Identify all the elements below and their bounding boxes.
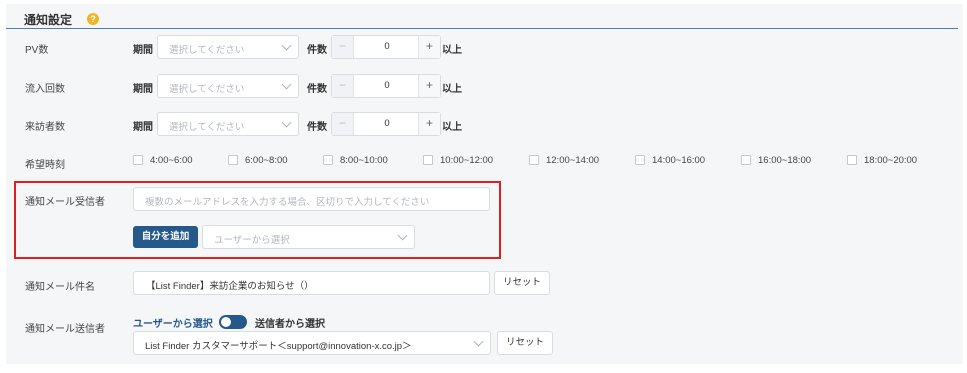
period-select-placeholder: 選択してください xyxy=(169,45,245,56)
row-label-subject: 通知メール件名 xyxy=(25,282,95,293)
time-option-label: 6:00~8:00 xyxy=(245,155,288,166)
time-checkbox-6[interactable]: 16:00~18:00 xyxy=(741,155,831,167)
count-suffix: 以上 xyxy=(442,122,462,133)
row-label-time: 希望時刻 xyxy=(25,160,65,171)
row-label-sender: 通知メール送信者 xyxy=(25,324,105,335)
checkbox[interactable] xyxy=(323,155,333,165)
time-checkbox-3[interactable]: 10:00~12:00 xyxy=(423,155,513,167)
time-checkbox-4[interactable]: 12:00~14:00 xyxy=(529,155,619,167)
period-label: 期間 xyxy=(133,84,153,95)
sender-reset-button[interactable]: リセット xyxy=(497,331,553,355)
time-option-label: 10:00~12:00 xyxy=(440,155,494,166)
subject-value: 【List Finder】来訪企業のお知らせ（） xyxy=(146,281,314,292)
subject-reset-button[interactable]: リセット xyxy=(494,271,550,295)
add-self-button[interactable]: 自分を追加 xyxy=(133,226,198,248)
count-stepper-pv[interactable]: − 0 + xyxy=(331,35,441,59)
period-select-placeholder: 選択してください xyxy=(169,84,245,95)
plus-button[interactable]: + xyxy=(418,36,440,58)
time-option-label: 4:00~6:00 xyxy=(150,155,193,166)
chevron-down-icon xyxy=(281,40,292,51)
recipient-email-input[interactable]: 複数のメールアドレスを入力する場合、区切りで入力してください xyxy=(133,187,490,211)
count-label: 件数 xyxy=(307,84,327,95)
period-label: 期間 xyxy=(133,45,153,56)
count-input[interactable]: 0 xyxy=(354,36,420,58)
checkbox[interactable] xyxy=(133,155,143,165)
count-suffix: 以上 xyxy=(442,45,462,56)
help-icon[interactable]: ? xyxy=(87,13,99,25)
time-checkbox-7[interactable]: 18:00~20:00 xyxy=(847,155,937,167)
count-stepper-inflow[interactable]: − 0 + xyxy=(331,74,441,98)
period-select-pv[interactable]: 選択してください xyxy=(157,35,299,59)
time-checkbox-2[interactable]: 8:00~10:00 xyxy=(323,155,408,167)
count-input[interactable]: 0 xyxy=(354,113,420,135)
time-option-label: 8:00~10:00 xyxy=(340,155,388,166)
count-label: 件数 xyxy=(307,45,327,56)
sender-toggle[interactable] xyxy=(219,315,247,329)
minus-button[interactable]: − xyxy=(332,36,354,58)
sender-select[interactable]: List Finder カスタマーサポート＜support@innovation… xyxy=(133,331,491,355)
section-title: 通知設定 xyxy=(24,13,73,27)
checkbox[interactable] xyxy=(847,155,857,165)
user-select[interactable]: ユーザーから選択 xyxy=(202,225,415,249)
period-select-inflow[interactable]: 選択してください xyxy=(157,74,299,98)
count-input[interactable]: 0 xyxy=(354,75,420,97)
row-label-visitors: 来訪者数 xyxy=(25,122,65,133)
period-select-placeholder: 選択してください xyxy=(169,122,245,133)
plus-button[interactable]: + xyxy=(418,75,440,97)
plus-button[interactable]: + xyxy=(418,113,440,135)
time-option-label: 14:00~16:00 xyxy=(652,155,706,166)
row-label-pv: PV数 xyxy=(25,45,49,56)
chevron-down-icon xyxy=(281,117,292,128)
time-option-label: 16:00~18:00 xyxy=(758,155,812,166)
sender-option-sender[interactable]: 送信者から選択 xyxy=(255,315,325,330)
row-label-recipients: 通知メール受信者 xyxy=(25,197,105,208)
chevron-down-icon xyxy=(281,79,292,90)
section-header: 通知設定 ? xyxy=(6,9,958,29)
checkbox[interactable] xyxy=(741,155,751,165)
minus-button[interactable]: − xyxy=(332,75,354,97)
user-select-placeholder: ユーザーから選択 xyxy=(214,235,290,246)
chevron-down-icon xyxy=(473,336,484,347)
time-option-label: 12:00~14:00 xyxy=(546,155,600,166)
minus-button[interactable]: − xyxy=(332,113,354,135)
time-checkbox-1[interactable]: 6:00~8:00 xyxy=(228,155,308,167)
checkbox[interactable] xyxy=(635,155,645,165)
count-label: 件数 xyxy=(307,122,327,133)
period-label: 期間 xyxy=(133,122,153,133)
recipient-email-placeholder: 複数のメールアドレスを入力する場合、区切りで入力してください xyxy=(145,197,430,208)
row-label-inflow: 流入回数 xyxy=(25,84,65,95)
checkbox[interactable] xyxy=(529,155,539,165)
time-checkbox-0[interactable]: 4:00~6:00 xyxy=(133,155,213,167)
time-checkbox-5[interactable]: 14:00~16:00 xyxy=(635,155,725,167)
count-stepper-visitors[interactable]: − 0 + xyxy=(331,112,441,136)
sender-option-user[interactable]: ユーザーから選択 xyxy=(133,315,213,330)
chevron-down-icon xyxy=(397,230,408,241)
count-suffix: 以上 xyxy=(442,84,462,95)
checkbox[interactable] xyxy=(423,155,433,165)
checkbox[interactable] xyxy=(228,155,238,165)
sender-select-value: List Finder カスタマーサポート＜support@innovation… xyxy=(145,341,412,352)
time-option-label: 18:00~20:00 xyxy=(864,155,918,166)
subject-input[interactable]: 【List Finder】来訪企業のお知らせ（） xyxy=(133,271,490,295)
period-select-visitors[interactable]: 選択してください xyxy=(157,112,299,136)
toggle-knob xyxy=(221,317,231,327)
